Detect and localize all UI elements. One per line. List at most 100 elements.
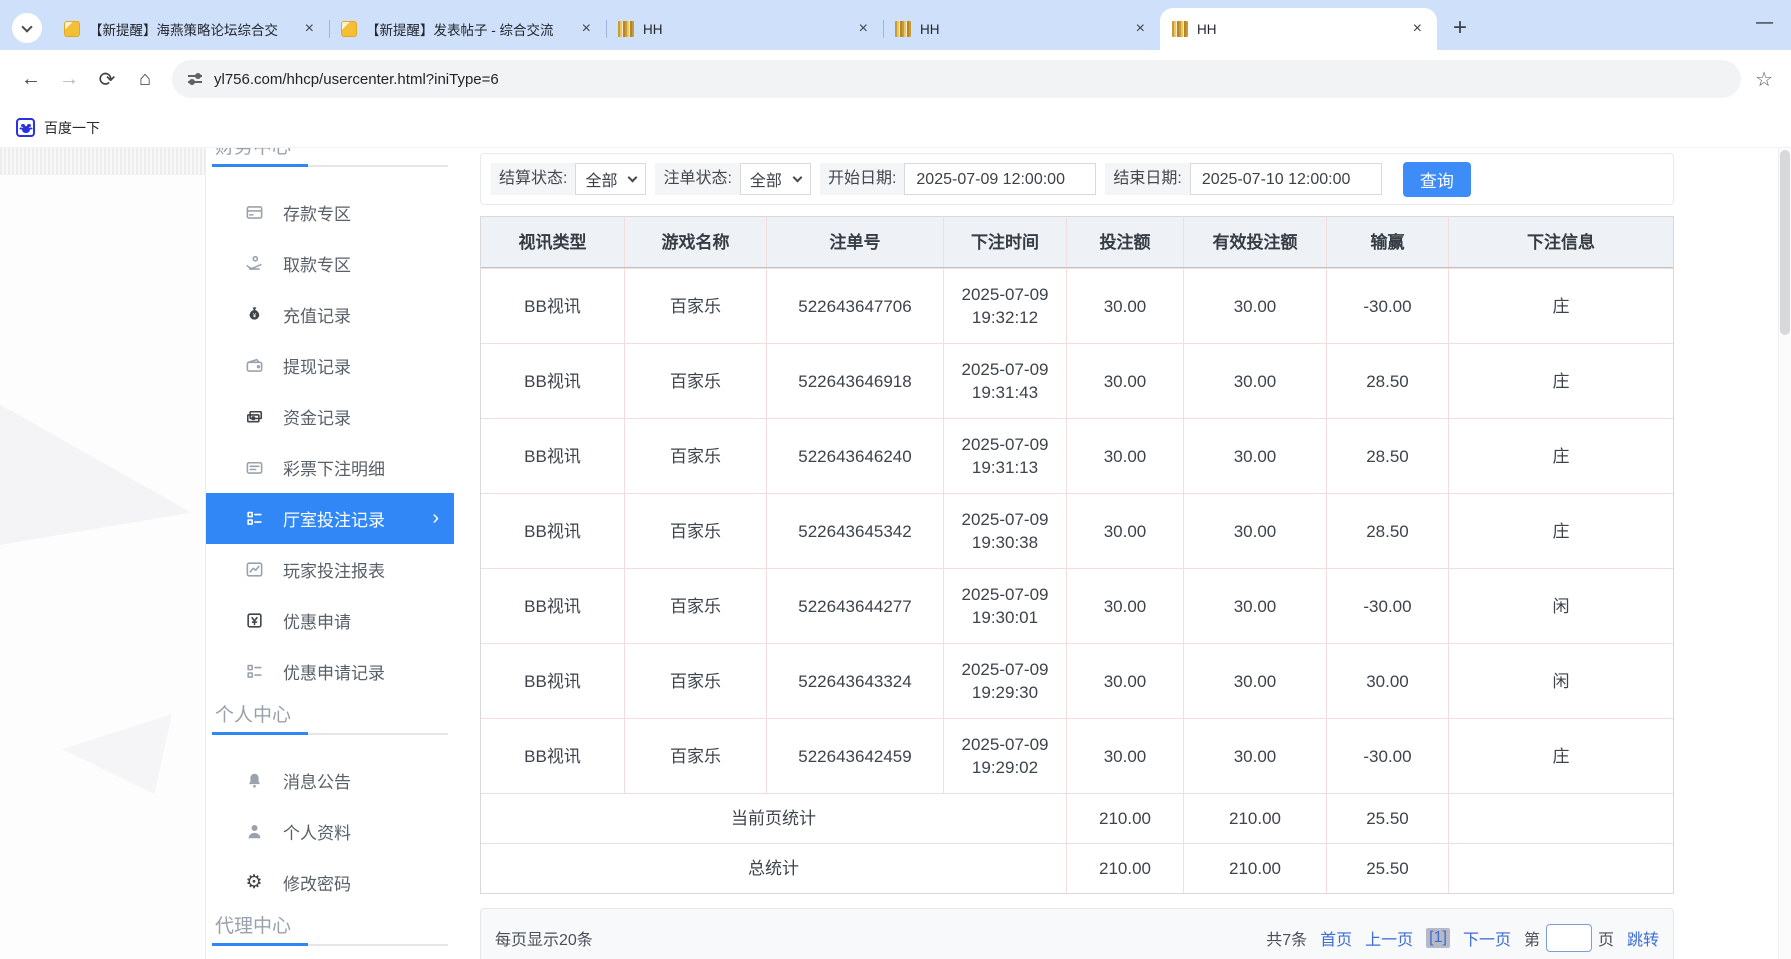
deposit-card-icon bbox=[244, 203, 264, 223]
table-cell: 百家乐 bbox=[624, 718, 766, 793]
first-page-link[interactable]: 首页 bbox=[1320, 926, 1352, 950]
person-icon bbox=[244, 822, 264, 842]
baidu-favicon bbox=[16, 118, 35, 137]
column-header: 有效投注额 bbox=[1183, 217, 1326, 267]
sidebar-item-label: 厅室投注记录 bbox=[283, 506, 385, 531]
table-cell: BB视讯 bbox=[481, 493, 624, 568]
settle-status-select[interactable]: 全部 bbox=[575, 163, 646, 195]
table-cell: 庄 bbox=[1448, 718, 1673, 793]
url-text[interactable]: yl756.com/hhcp/usercenter.html?iniType=6 bbox=[214, 71, 499, 88]
start-date-label: 开始日期: bbox=[820, 163, 904, 195]
sidebar: 财务中心存款专区取款专区¥充值记录提现记录资金记录彩票下注明细厅室投注记录›玩家… bbox=[205, 148, 454, 959]
tab-list: 【新提醒】海燕策略论坛综合交×【新提醒】发表帖子 - 综合交流×HH×HH×HH… bbox=[52, 0, 1437, 50]
summary-row: 当前页统计210.00210.0025.50 bbox=[481, 793, 1673, 843]
bookmark-item-baidu[interactable]: 百度一下 bbox=[44, 118, 100, 138]
browser-tab[interactable]: HH× bbox=[1160, 8, 1437, 50]
page-content: 财务中心存款专区取款专区¥充值记录提现记录资金记录彩票下注明细厅室投注记录›玩家… bbox=[0, 148, 1791, 959]
table-cell: BB视讯 bbox=[481, 268, 624, 343]
sidebar-section-title: 代理中心 bbox=[206, 912, 454, 942]
table-cell: 庄 bbox=[1448, 343, 1673, 418]
forward-button[interactable]: → bbox=[50, 68, 88, 91]
sidebar-item-grid-list[interactable]: 厅室投注记录› bbox=[206, 493, 454, 544]
table-row: BB视讯百家乐5226436442772025-07-09 19:30:0130… bbox=[481, 568, 1673, 643]
order-status-group: 注单状态: 全部 bbox=[655, 163, 810, 195]
column-header: 投注额 bbox=[1066, 217, 1183, 267]
table-row: BB视讯百家乐5226436433242025-07-09 19:29:3030… bbox=[481, 643, 1673, 718]
sidebar-item-coupon[interactable]: 优惠申请 bbox=[206, 595, 454, 646]
sidebar-item-list-lines[interactable]: 彩票下注明细 bbox=[206, 442, 454, 493]
end-date-group: 结束日期: 2025-07-10 12:00:00 bbox=[1105, 163, 1381, 195]
sidebar-item-money-bag[interactable]: ¥充值记录 bbox=[206, 289, 454, 340]
minimize-window-button[interactable]: — bbox=[1756, 12, 1773, 32]
browser-tab[interactable]: HH × bbox=[883, 8, 1160, 50]
chevron-down-icon bbox=[628, 172, 638, 182]
sidebar-menu: 消息公告个人资料⚙修改密码 bbox=[206, 755, 454, 908]
prev-page-link[interactable]: 上一页 bbox=[1365, 926, 1413, 950]
sidebar-item-label: 优惠申请 bbox=[283, 608, 351, 633]
order-status-select[interactable]: 全部 bbox=[740, 163, 811, 195]
column-header: 视讯类型 bbox=[481, 217, 624, 267]
sidebar-item-report-chart[interactable]: 玩家投注报表 bbox=[206, 544, 454, 595]
back-button[interactable]: ← bbox=[12, 68, 50, 91]
decorative-triangle bbox=[62, 714, 172, 794]
address-bar[interactable]: yl756.com/hhcp/usercenter.html?iniType=6 bbox=[172, 60, 1741, 98]
sidebar-item-wallet[interactable]: 提现记录 bbox=[206, 340, 454, 391]
table-cell: 30.00 bbox=[1066, 343, 1183, 418]
browser-tab[interactable]: HH × bbox=[606, 8, 883, 50]
site-settings-icon[interactable] bbox=[188, 75, 202, 83]
browser-tab[interactable]: 【新提醒】发表帖子 - 综合交流 × bbox=[329, 8, 606, 50]
table-cell: 闲 bbox=[1448, 643, 1673, 718]
tab-close-icon[interactable]: × bbox=[1410, 20, 1425, 38]
browser-tab[interactable]: 【新提醒】海燕策略论坛综合交× bbox=[52, 8, 329, 50]
query-button[interactable]: 查询 bbox=[1403, 162, 1471, 197]
mail-favicon bbox=[341, 21, 357, 37]
tab-search-button[interactable] bbox=[12, 13, 42, 43]
page-scrollbar[interactable] bbox=[1778, 148, 1791, 959]
end-date-input[interactable]: 2025-07-10 12:00:00 bbox=[1190, 163, 1382, 195]
browser-toolbar: ← → ⟳ ⌂ yl756.com/hhcp/usercenter.html?i… bbox=[0, 50, 1791, 108]
tab-title: HH bbox=[643, 22, 847, 37]
reload-button[interactable]: ⟳ bbox=[88, 67, 126, 92]
table-cell: 2025-07-09 19:30:38 bbox=[943, 493, 1066, 568]
sidebar-item-gear[interactable]: ⚙修改密码 bbox=[206, 857, 454, 908]
summary-value: 210.00 bbox=[1066, 843, 1183, 893]
jump-link[interactable]: 跳转 bbox=[1627, 926, 1659, 950]
next-page-link[interactable]: 下一页 bbox=[1463, 926, 1511, 950]
decorative-left-strip bbox=[0, 148, 205, 959]
table-cell: 30.00 bbox=[1326, 643, 1448, 718]
tab-title: HH bbox=[920, 22, 1124, 37]
table-cell: 522643643324 bbox=[766, 643, 943, 718]
table-cell: 百家乐 bbox=[624, 343, 766, 418]
bet-records-table: 视讯类型游戏名称注单号下注时间投注额有效投注额输赢下注信息BB视讯百家乐5226… bbox=[480, 216, 1674, 894]
table-cell: 百家乐 bbox=[624, 268, 766, 343]
sidebar-item-banknotes[interactable]: 资金记录 bbox=[206, 391, 454, 442]
table-cell: BB视讯 bbox=[481, 418, 624, 493]
table-row: BB视讯百家乐5226436462402025-07-09 19:31:1330… bbox=[481, 418, 1673, 493]
sidebar-item-deposit-card[interactable]: 存款专区 bbox=[206, 187, 454, 238]
home-button[interactable]: ⌂ bbox=[126, 68, 164, 91]
texture-band bbox=[0, 148, 205, 175]
sidebar-item-grid-list[interactable]: 优惠申请记录 bbox=[206, 646, 454, 697]
new-tab-button[interactable]: + bbox=[1453, 16, 1467, 40]
sidebar-item-label: 资金记录 bbox=[283, 404, 351, 429]
section-underline bbox=[212, 165, 448, 167]
tab-close-icon[interactable]: × bbox=[579, 20, 594, 38]
tab-close-icon[interactable]: × bbox=[302, 20, 317, 38]
tab-close-icon[interactable]: × bbox=[1133, 20, 1148, 38]
start-date-input[interactable]: 2025-07-09 12:00:00 bbox=[904, 163, 1096, 195]
scrollbar-thumb[interactable] bbox=[1780, 150, 1790, 335]
table-cell: 百家乐 bbox=[624, 493, 766, 568]
chevron-down-icon bbox=[792, 172, 802, 182]
column-header: 游戏名称 bbox=[624, 217, 766, 267]
tab-title: 【新提醒】发表帖子 - 综合交流 bbox=[366, 19, 570, 39]
sidebar-item-person[interactable]: 个人资料 bbox=[206, 806, 454, 857]
page-number-input[interactable] bbox=[1546, 924, 1592, 952]
tab-close-icon[interactable]: × bbox=[856, 20, 871, 38]
money-bag-icon: ¥ bbox=[244, 305, 264, 325]
sidebar-item-bell[interactable]: 消息公告 bbox=[206, 755, 454, 806]
bookmark-star-icon[interactable]: ☆ bbox=[1755, 67, 1773, 92]
table-cell: 庄 bbox=[1448, 268, 1673, 343]
jump-group: 第 页 bbox=[1524, 924, 1614, 952]
sidebar-item-withdraw-hand[interactable]: 取款专区 bbox=[206, 238, 454, 289]
sidebar-item-label: 彩票下注明细 bbox=[283, 455, 385, 480]
